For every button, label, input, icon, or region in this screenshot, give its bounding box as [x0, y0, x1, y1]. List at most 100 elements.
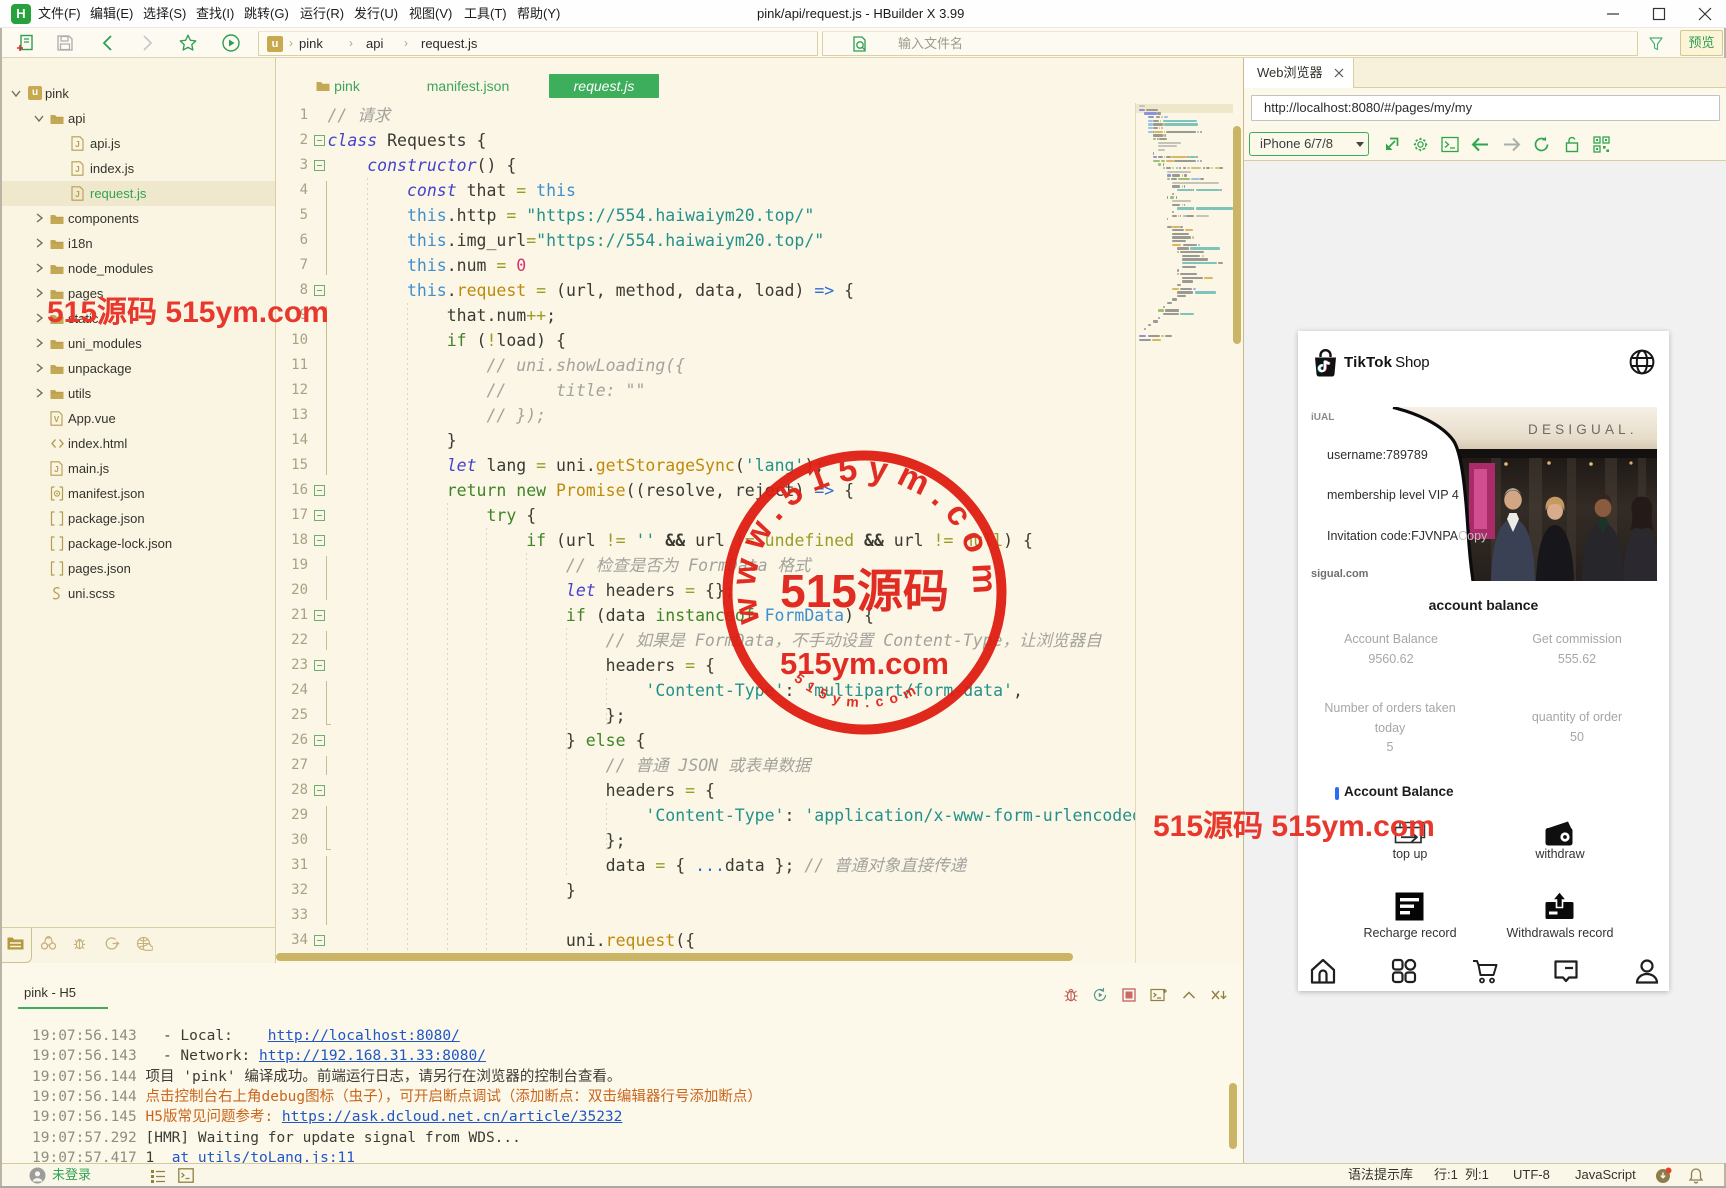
menu-S[interactable]: 选择(S): [143, 0, 186, 28]
tree-item-api[interactable]: api: [0, 106, 275, 131]
editor-horizontal-scrollbar[interactable]: [276, 953, 1073, 961]
fold-marker[interactable]: [314, 535, 325, 546]
fold-marker[interactable]: [314, 510, 325, 521]
chevron-right-icon[interactable]: [33, 287, 45, 299]
menu-I[interactable]: 查找(I): [196, 0, 234, 28]
fold-marker[interactable]: [314, 135, 325, 146]
tree-item-uni_modules[interactable]: uni_modules: [0, 331, 275, 356]
fold-marker[interactable]: [314, 160, 325, 171]
editor-vertical-scrollbar[interactable]: [1233, 126, 1241, 344]
breadcrumb-file[interactable]: request.js: [421, 32, 477, 55]
category-grid-icon[interactable]: [1390, 957, 1418, 985]
stop-icon[interactable]: [1121, 987, 1137, 1003]
close-tab-icon[interactable]: [1334, 68, 1344, 78]
tree-item-index.js[interactable]: Jindex.js: [0, 156, 275, 181]
fold-marker[interactable]: [314, 610, 325, 621]
preview-button[interactable]: 预览: [1680, 30, 1723, 56]
console-scrollbar[interactable]: [1229, 1083, 1237, 1149]
debug-tab-icon[interactable]: [72, 936, 90, 954]
tree-item-components[interactable]: components: [0, 206, 275, 231]
tree-item-pages.json[interactable]: pages.json: [0, 556, 275, 581]
breadcrumb-project[interactable]: pink: [299, 32, 323, 55]
unlock-icon[interactable]: [1565, 136, 1582, 153]
update-download-icon[interactable]: [1655, 1167, 1672, 1184]
menu-T[interactable]: 工具(T): [464, 0, 507, 28]
refresh-icon[interactable]: [1533, 136, 1550, 153]
tree-item-App.vue[interactable]: VApp.vue: [0, 406, 275, 431]
search-input[interactable]: 输入文件名: [822, 31, 1638, 56]
status-[interactable]: 语法提示库: [1348, 1164, 1413, 1186]
tree-item-node_modules[interactable]: node_modules: [0, 256, 275, 281]
tree-item-uni.scss[interactable]: uni.scss: [0, 581, 275, 606]
menu-G[interactable]: 跳转(G): [244, 0, 289, 28]
close-button[interactable]: [1690, 0, 1720, 28]
collapse-panel-icon[interactable]: [1181, 987, 1197, 1003]
globe-icon[interactable]: [1629, 349, 1655, 375]
console-terminal-icon[interactable]: [1441, 136, 1458, 153]
menu-Y[interactable]: 帮助(Y): [517, 0, 560, 28]
tree-item-package-lock.json[interactable]: package-lock.json: [0, 531, 275, 556]
refresh-tab-icon[interactable]: [104, 936, 122, 954]
chevron-right-icon[interactable]: [33, 312, 45, 324]
tree-item-index.html[interactable]: index.html: [0, 431, 275, 456]
menu-E[interactable]: 编辑(E): [90, 0, 133, 28]
web-tab-icon[interactable]: [136, 936, 154, 954]
resize-window-icon[interactable]: [1383, 136, 1400, 153]
status-UTF8[interactable]: UTF-8: [1513, 1164, 1550, 1186]
editor-tab-manifest.json[interactable]: manifest.json: [424, 74, 512, 98]
debug-bug-icon[interactable]: [1063, 987, 1079, 1003]
fold-marker[interactable]: [314, 735, 325, 746]
chevron-down-icon[interactable]: [33, 112, 45, 124]
chevron-right-icon[interactable]: [33, 237, 45, 249]
home-icon[interactable]: [1309, 957, 1337, 985]
tree-item-package.json[interactable]: package.json: [0, 506, 275, 531]
menu-U[interactable]: 发行(U): [354, 0, 398, 28]
browser-forward-icon[interactable]: [1502, 136, 1519, 153]
back-icon[interactable]: [98, 33, 118, 53]
close-console-icon[interactable]: [1210, 987, 1226, 1003]
tree-item-i18n[interactable]: i18n: [0, 231, 275, 256]
device-select[interactable]: iPhone 6/7/8: [1249, 132, 1369, 156]
web-browser-tab[interactable]: Web浏览器: [1244, 58, 1354, 88]
tree-item-api.js[interactable]: Japi.js: [0, 131, 275, 156]
editor-tab-pink[interactable]: pink: [312, 74, 368, 98]
login-status[interactable]: 未登录: [52, 1164, 91, 1186]
console-link[interactable]: http://192.168.31.33:8080/: [259, 1048, 486, 1064]
doc-icon[interactable]: [1394, 891, 1425, 922]
fold-marker[interactable]: [314, 785, 325, 796]
console-link[interactable]: http://localhost:8080/: [268, 1028, 460, 1044]
qr-code-icon[interactable]: [1593, 136, 1610, 153]
wallet-icon[interactable]: [1544, 821, 1574, 847]
chevron-right-icon[interactable]: [33, 387, 45, 399]
forward-icon[interactable]: [137, 33, 157, 53]
fold-marker[interactable]: [314, 485, 325, 496]
tree-item-unpackage[interactable]: unpackage: [0, 356, 275, 381]
message-icon[interactable]: [1552, 957, 1580, 985]
settings-gear-icon[interactable]: [1412, 136, 1429, 153]
filter-funnel-icon[interactable]: [1648, 36, 1664, 52]
url-input[interactable]: http://localhost:8080/#/pages/my/my: [1251, 95, 1720, 121]
notification-bell-icon[interactable]: [1688, 1167, 1704, 1184]
status-JavaScript[interactable]: JavaScript: [1575, 1164, 1636, 1186]
menu-R[interactable]: 运行(R): [300, 0, 344, 28]
run-icon[interactable]: [221, 33, 241, 53]
chevron-right-icon[interactable]: [33, 362, 45, 374]
breadcrumb-folder[interactable]: api: [366, 32, 383, 55]
minimize-button[interactable]: [1598, 0, 1628, 28]
outline-list-icon[interactable]: [150, 1169, 166, 1183]
tree-item-main.js[interactable]: Jmain.js: [0, 456, 275, 481]
tree-item-pink[interactable]: upink: [0, 81, 275, 106]
terminal-statusbar-icon[interactable]: [178, 1168, 194, 1183]
tree-item-request.js[interactable]: Jrequest.js: [0, 181, 275, 206]
menu-F[interactable]: 文件(F): [38, 0, 81, 28]
status-1[interactable]: 列:1: [1465, 1164, 1489, 1186]
fold-marker[interactable]: [314, 660, 325, 671]
chevron-right-icon[interactable]: [33, 262, 45, 274]
chevron-down-icon[interactable]: [10, 87, 22, 99]
copy-button[interactable]: Copy: [1458, 529, 1487, 543]
cart-icon[interactable]: [1471, 957, 1499, 985]
search-tab-icon[interactable]: [40, 936, 58, 954]
new-file-icon[interactable]: [16, 33, 36, 53]
editor-tab-request.js[interactable]: request.js: [549, 74, 659, 98]
bookmark-star-icon[interactable]: [178, 33, 198, 53]
